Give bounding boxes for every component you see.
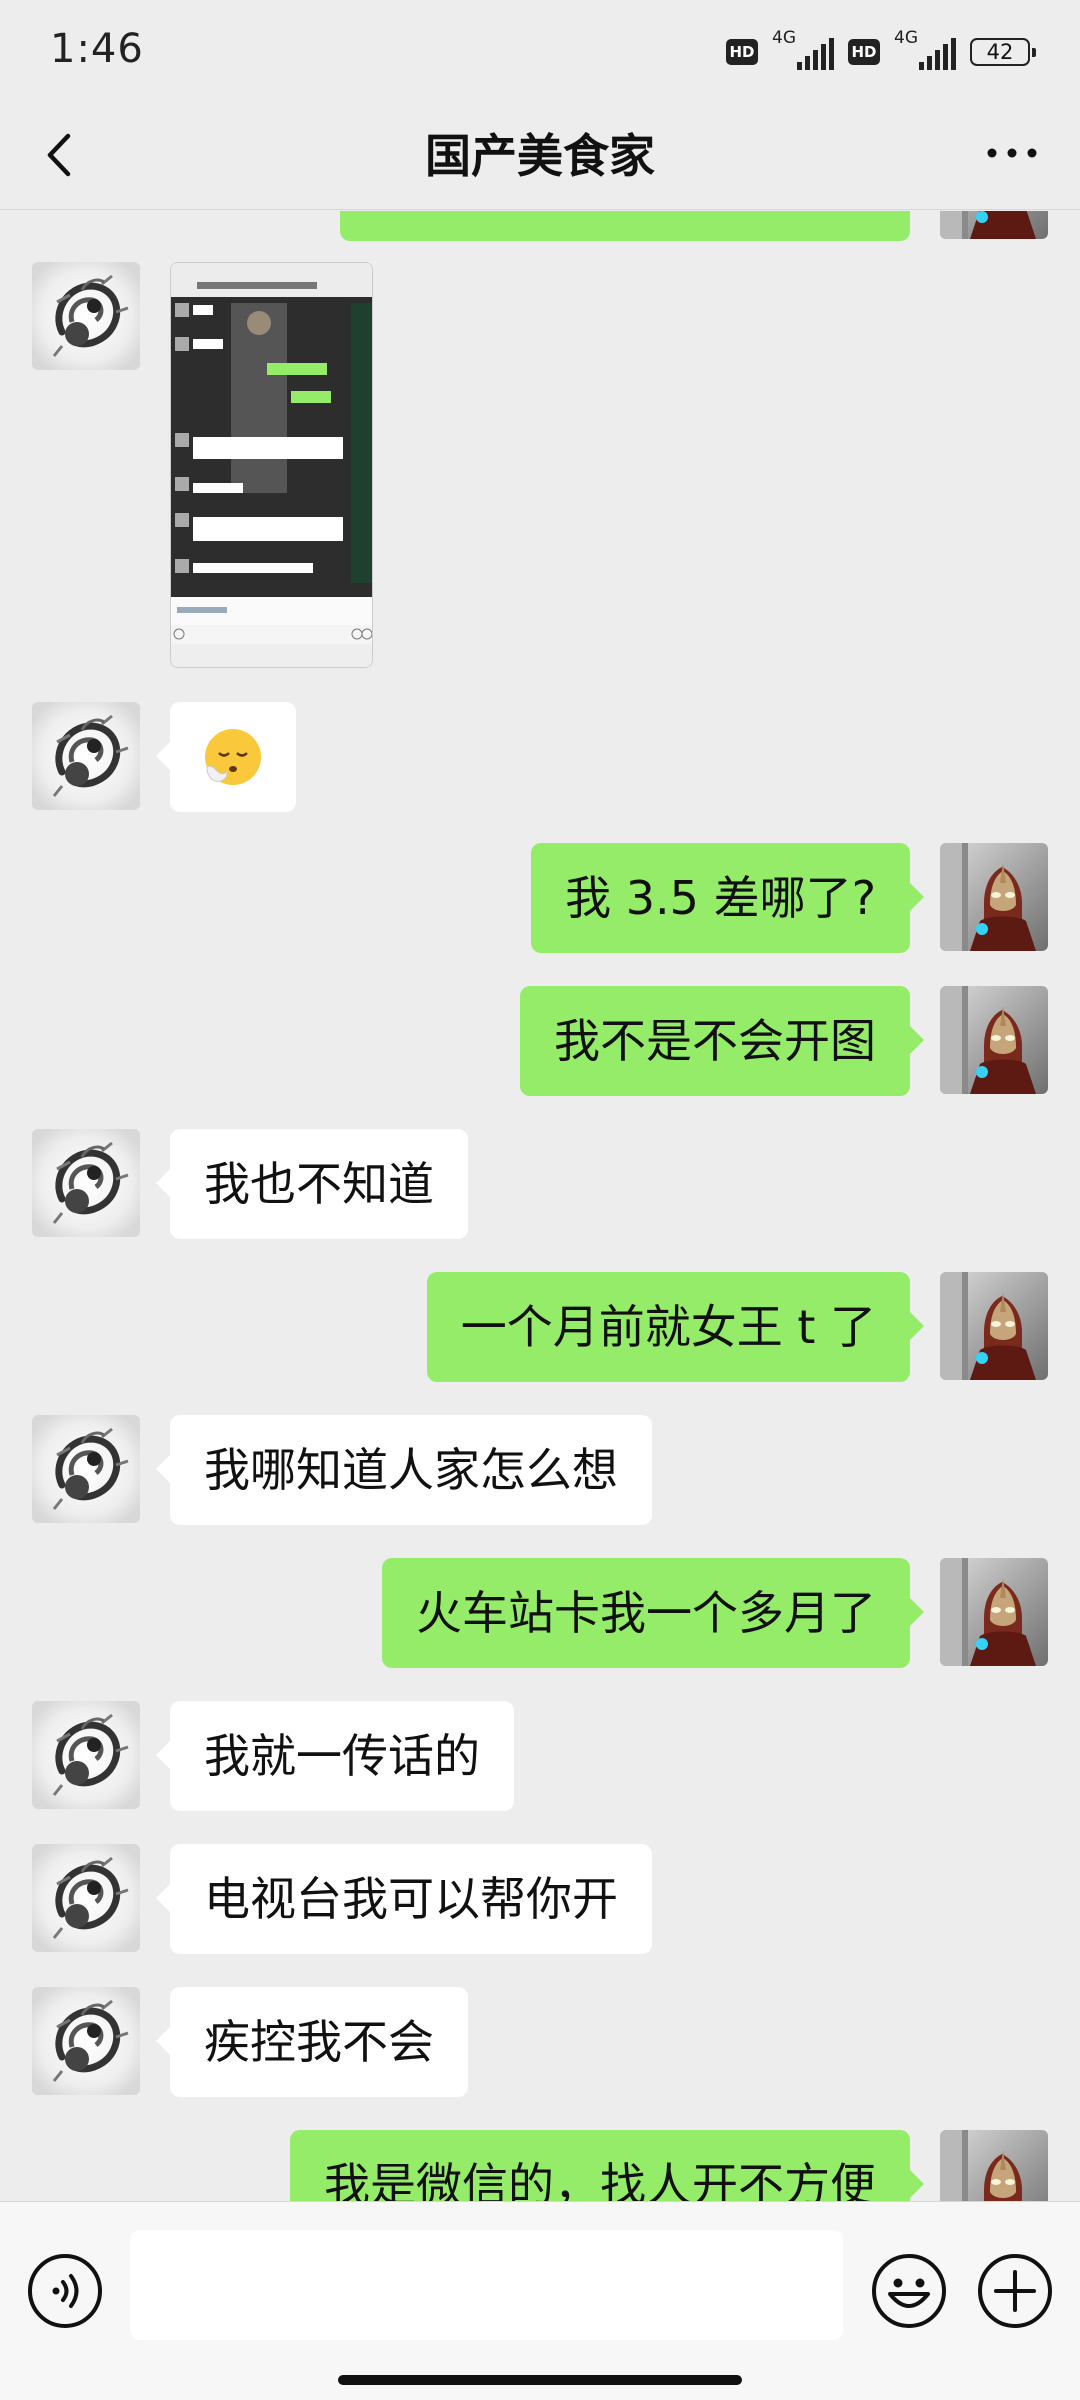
message-bubble-self[interactable]: 火车站卡我一个多月了 (382, 1558, 924, 1668)
avatar-self[interactable] (940, 211, 1048, 239)
chat-area[interactable]: 我 3.5 差哪了? 我不是不会开图 我也不知道 一个月前就女王 t 了 我哪知… (0, 211, 1080, 2201)
message-bubble-contact[interactable]: 我就一传话的 (156, 1701, 514, 1811)
message-bubble-contact[interactable]: 疾控我不会 (156, 1987, 468, 2097)
signal-icon: 4G (772, 28, 834, 72)
message-bubble-contact[interactable]: 我哪知道人家怎么想 (156, 1415, 652, 1525)
avatar-contact[interactable] (32, 1129, 140, 1237)
message-bubble-self[interactable]: 我是微信的，找人开不方便 (290, 2130, 924, 2201)
emoji-message[interactable] (156, 702, 296, 812)
avatar-contact[interactable] (32, 262, 140, 370)
avatar-contact[interactable] (32, 1415, 140, 1523)
signal-icon: 4G (894, 28, 956, 72)
input-bar (0, 2201, 1080, 2400)
emoji-icon[interactable] (870, 2252, 948, 2330)
status-icons: HD 4G HD 4G 42 (726, 28, 1036, 74)
avatar-contact[interactable] (32, 1987, 140, 2095)
plus-circle-icon[interactable] (976, 2252, 1054, 2330)
avatar-self[interactable] (940, 1558, 1048, 1666)
avatar-self[interactable] (940, 986, 1048, 1094)
exhale-emoji-icon (205, 729, 261, 785)
nav-bar: 国产美食家 (0, 100, 1080, 210)
message-input[interactable] (130, 2230, 843, 2340)
message-bubble-contact[interactable]: 电视台我可以帮你开 (156, 1844, 652, 1954)
screenshot-thumbnail (171, 263, 372, 667)
avatar-contact[interactable] (32, 1701, 140, 1809)
battery-level: 42 (986, 40, 1014, 64)
hd-icon: HD (726, 39, 758, 65)
message-bubble-self[interactable]: 我 3.5 差哪了? (531, 843, 924, 953)
more-dots-icon[interactable] (982, 138, 1042, 168)
home-indicator[interactable] (338, 2375, 742, 2385)
battery-icon: 42 (970, 38, 1036, 66)
avatar-contact[interactable] (32, 702, 140, 810)
status-time: 1:46 (50, 26, 144, 72)
image-message[interactable] (170, 262, 373, 668)
avatar-self[interactable] (940, 1272, 1048, 1380)
message-bubble-self[interactable]: 我不是不会开图 (520, 986, 924, 1096)
message-bubble-self[interactable]: 一个月前就女王 t 了 (426, 1272, 925, 1382)
message-bubble-self[interactable] (340, 211, 910, 241)
message-bubble-contact[interactable]: 我也不知道 (156, 1129, 468, 1239)
avatar-contact[interactable] (32, 1844, 140, 1952)
hd-icon: HD (848, 39, 880, 65)
page-title: 国产美食家 (425, 129, 655, 183)
avatar-self[interactable] (940, 2130, 1048, 2201)
avatar-self[interactable] (940, 843, 1048, 951)
voice-icon[interactable] (26, 2252, 104, 2330)
status-bar: 1:46 HD 4G HD 4G 42 (0, 0, 1080, 100)
